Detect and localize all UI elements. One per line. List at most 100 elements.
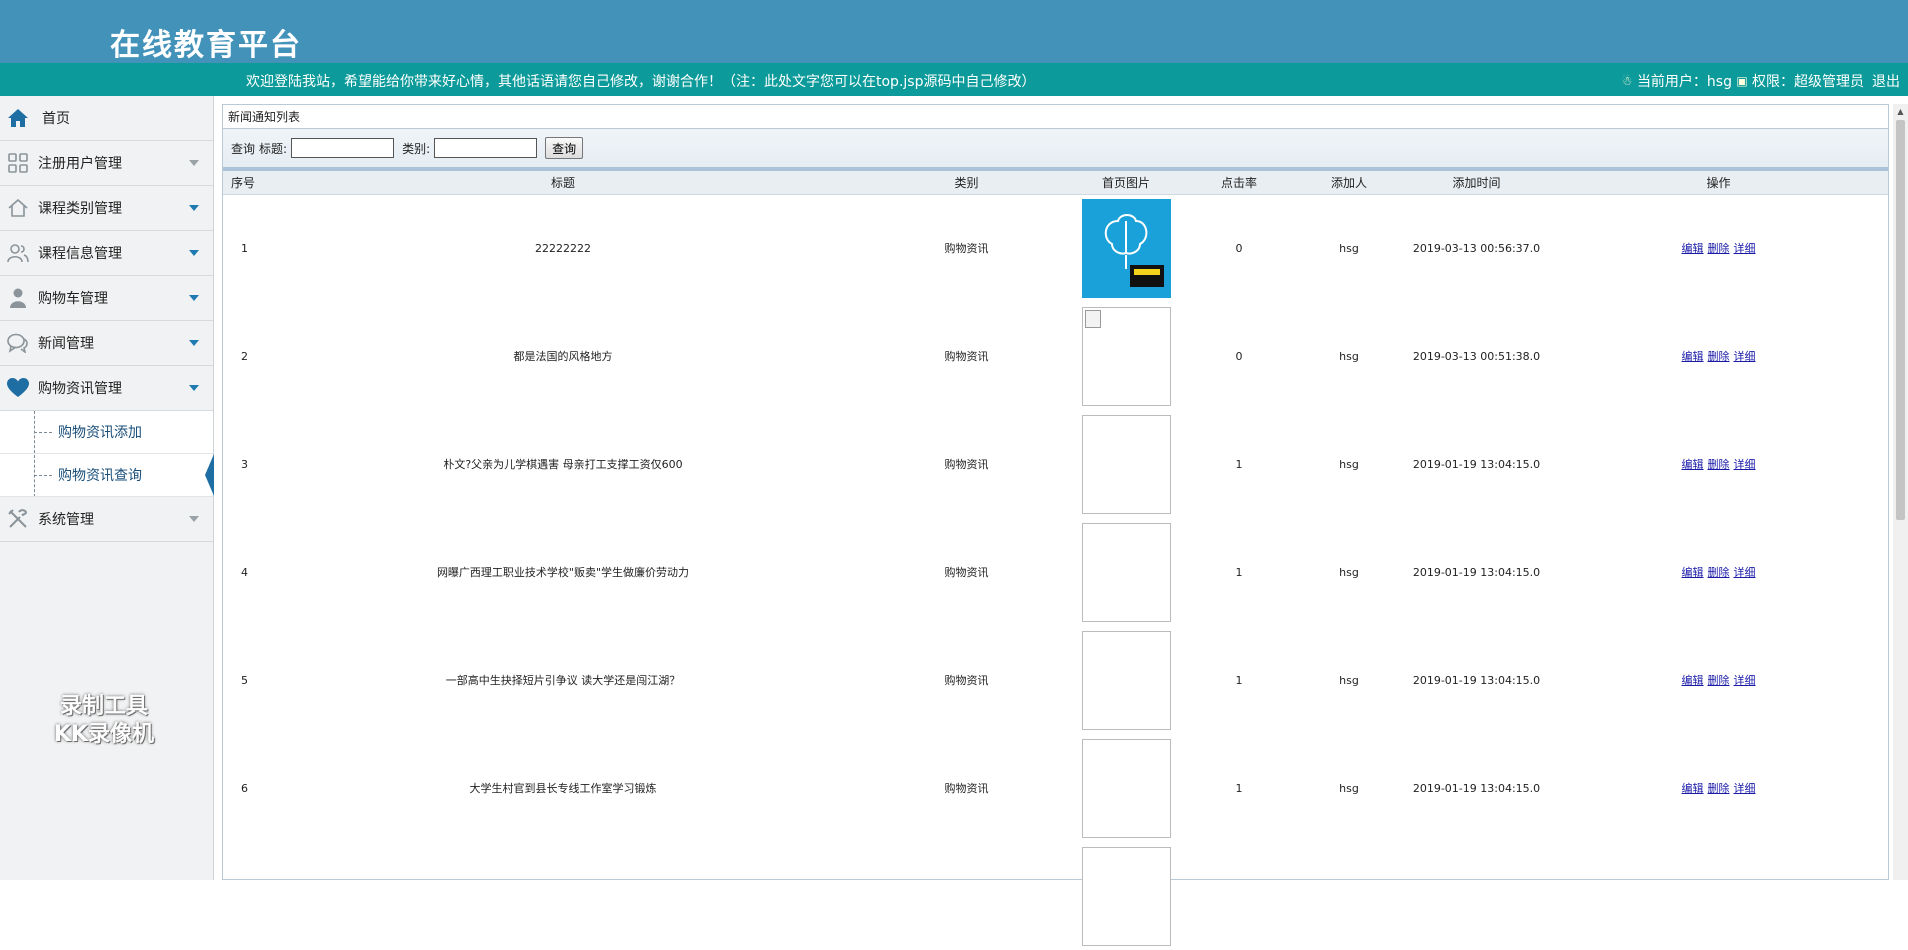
cell-image <box>1068 410 1184 518</box>
sidebar-subitem-label: 购物资讯查询 <box>58 468 142 484</box>
edit-link[interactable]: 编辑 <box>1682 350 1704 363</box>
logout-link[interactable]: 退出 <box>1872 71 1900 91</box>
cell-title: 大学生村官到县长专线工作室学习锻炼 <box>469 782 657 795</box>
cell-category: 购物资讯 <box>944 674 989 687</box>
tools-icon <box>6 507 30 531</box>
cell-actions: 编辑 删除 详细 <box>1549 626 1888 734</box>
cell-actions: 编辑 删除 详细 <box>1549 410 1888 518</box>
cell-seq: 2 <box>241 349 248 363</box>
cell-seq: 3 <box>241 457 248 471</box>
cell-time: 2019-03-13 00:51:38.0 <box>1412 349 1541 363</box>
cell-seq: 4 <box>241 565 248 579</box>
sidebar-subitem-add[interactable]: 购物资讯添加 <box>0 411 213 454</box>
cell-title: 都是法国的风格地方 <box>513 350 613 363</box>
edit-link[interactable]: 编辑 <box>1682 242 1704 255</box>
detail-link[interactable]: 详细 <box>1734 242 1756 255</box>
chat-icon <box>6 331 30 355</box>
vertical-scrollbar[interactable]: ▲ <box>1893 104 1908 880</box>
table-row-partial <box>223 842 1888 950</box>
cell-title: 22222222 <box>535 241 591 255</box>
chevron-down-icon <box>189 250 199 256</box>
cell-time: 2019-01-19 13:04:15.0 <box>1412 673 1541 687</box>
cell-title: 朴文?父亲为儿学棋遇害 母亲打工支撑工资仅600 <box>443 458 683 471</box>
cell-seq: 6 <box>241 781 248 795</box>
submenu: 购物资讯添加 购物资讯查询 <box>0 411 214 497</box>
cell-author: hsg <box>1339 781 1359 795</box>
edit-link[interactable]: 编辑 <box>1682 458 1704 471</box>
edit-link[interactable]: 编辑 <box>1682 674 1704 687</box>
cell-category: 购物资讯 <box>944 242 989 256</box>
sidebar-subitem-label: 购物资讯添加 <box>58 425 142 441</box>
sidebar-subitem-query[interactable]: 购物资讯查询 <box>0 454 214 497</box>
delete-link[interactable]: 删除 <box>1708 674 1730 687</box>
chevron-down-icon <box>189 205 199 211</box>
category-search-input[interactable] <box>434 138 538 158</box>
watermark: 录制工具 KK录像机 <box>34 693 174 749</box>
cell-image <box>1068 734 1184 842</box>
column-header: 首页图片 <box>1068 171 1184 195</box>
grid-icon <box>6 151 30 175</box>
cell-clicks: 0 <box>1235 241 1243 255</box>
sidebar-item-home[interactable]: 首页 <box>0 96 213 141</box>
table-header-row: 序号 标题 类别 首页图片 点击率 添加人 添加时间 操作 <box>223 171 1888 195</box>
sidebar-item-label: 课程类别管理 <box>38 201 122 217</box>
thumbnail-image <box>1081 738 1171 838</box>
welcome-bar: 欢迎登陆我站，希望能给你带来好心情，其他话语请您自己修改，谢谢合作！（注：此处文… <box>0 63 1908 96</box>
detail-link[interactable]: 详细 <box>1734 566 1756 579</box>
user-icon: ☃ <box>1621 74 1633 88</box>
cell-title: 网曝广西理工职业技术学校"贩卖"学生做廉价劳动力 <box>436 566 690 579</box>
home-icon <box>6 106 30 130</box>
detail-link[interactable]: 详细 <box>1734 782 1756 795</box>
sidebar-item-course-category[interactable]: 课程类别管理 <box>0 186 213 231</box>
delete-link[interactable]: 删除 <box>1708 242 1730 255</box>
edit-link[interactable]: 编辑 <box>1682 566 1704 579</box>
title-field-label: 标题: <box>259 141 288 156</box>
sidebar-item-shopping-news[interactable]: 购物资讯管理 <box>0 366 213 411</box>
chevron-down-icon <box>189 340 199 346</box>
current-user: 当前用户：hsg <box>1636 74 1732 90</box>
category-field-label: 类别: <box>402 141 431 156</box>
sidebar-item-cart[interactable]: 购物车管理 <box>0 276 213 321</box>
sidebar-item-label: 首页 <box>42 111 70 127</box>
cell-seq: 5 <box>241 673 248 687</box>
scrollbar-thumb[interactable] <box>1896 120 1905 520</box>
cell-category: 购物资讯 <box>944 458 989 471</box>
delete-link[interactable]: 删除 <box>1708 566 1730 579</box>
user-info: ☃ 当前用户：hsg ▣ 权限：超级管理员 退出 <box>1619 71 1900 91</box>
sidebar-item-news[interactable]: 新闻管理 <box>0 321 213 366</box>
search-button[interactable]: 查询 <box>545 137 584 159</box>
table-row: 6 大学生村官到县长专线工作室学习锻炼 购物资讯 1 hsg 2019-01-1… <box>223 734 1888 842</box>
sidebar-item-system[interactable]: 系统管理 <box>0 497 213 542</box>
edit-link[interactable]: 编辑 <box>1682 782 1704 795</box>
thumbnail-image <box>1081 414 1171 514</box>
delete-link[interactable]: 删除 <box>1708 782 1730 795</box>
title-search-input[interactable] <box>291 138 395 158</box>
detail-link[interactable]: 详细 <box>1734 674 1756 687</box>
tree-branch <box>34 475 52 476</box>
delete-link[interactable]: 删除 <box>1708 350 1730 363</box>
tree-branch <box>34 432 52 433</box>
delete-link[interactable]: 删除 <box>1708 458 1730 471</box>
column-header: 操作 <box>1549 171 1888 195</box>
cell-author: hsg <box>1339 673 1359 687</box>
cell-actions: 编辑 删除 详细 <box>1549 302 1888 410</box>
watermark-line2: KK录像机 <box>53 722 155 747</box>
sidebar-item-user-management[interactable]: 注册用户管理 <box>0 141 213 186</box>
sidebar-item-course-info[interactable]: 课程信息管理 <box>0 231 213 276</box>
cell-actions: 编辑 删除 详细 <box>1549 734 1888 842</box>
thumbnail-image <box>1081 846 1171 946</box>
cell-author: hsg <box>1339 241 1359 255</box>
cell-clicks: 1 <box>1235 565 1243 579</box>
sidebar-item-label: 注册用户管理 <box>38 156 122 172</box>
detail-link[interactable]: 详细 <box>1734 458 1756 471</box>
scroll-up-icon[interactable]: ▲ <box>1893 104 1908 118</box>
heart-icon <box>6 376 30 400</box>
permission-icon: ▣ <box>1736 74 1748 88</box>
thumbnail-image <box>1081 198 1171 298</box>
detail-link[interactable]: 详细 <box>1734 350 1756 363</box>
search-label: 查询 <box>231 141 256 156</box>
chevron-down-icon <box>189 160 199 166</box>
sidebar-item-label: 系统管理 <box>38 512 94 528</box>
table-row: 5 一部高中生抉择短片引争议 读大学还是闯江湖？ 购物资讯 1 hsg 2019… <box>223 626 1888 734</box>
cell-author: hsg <box>1339 457 1359 471</box>
